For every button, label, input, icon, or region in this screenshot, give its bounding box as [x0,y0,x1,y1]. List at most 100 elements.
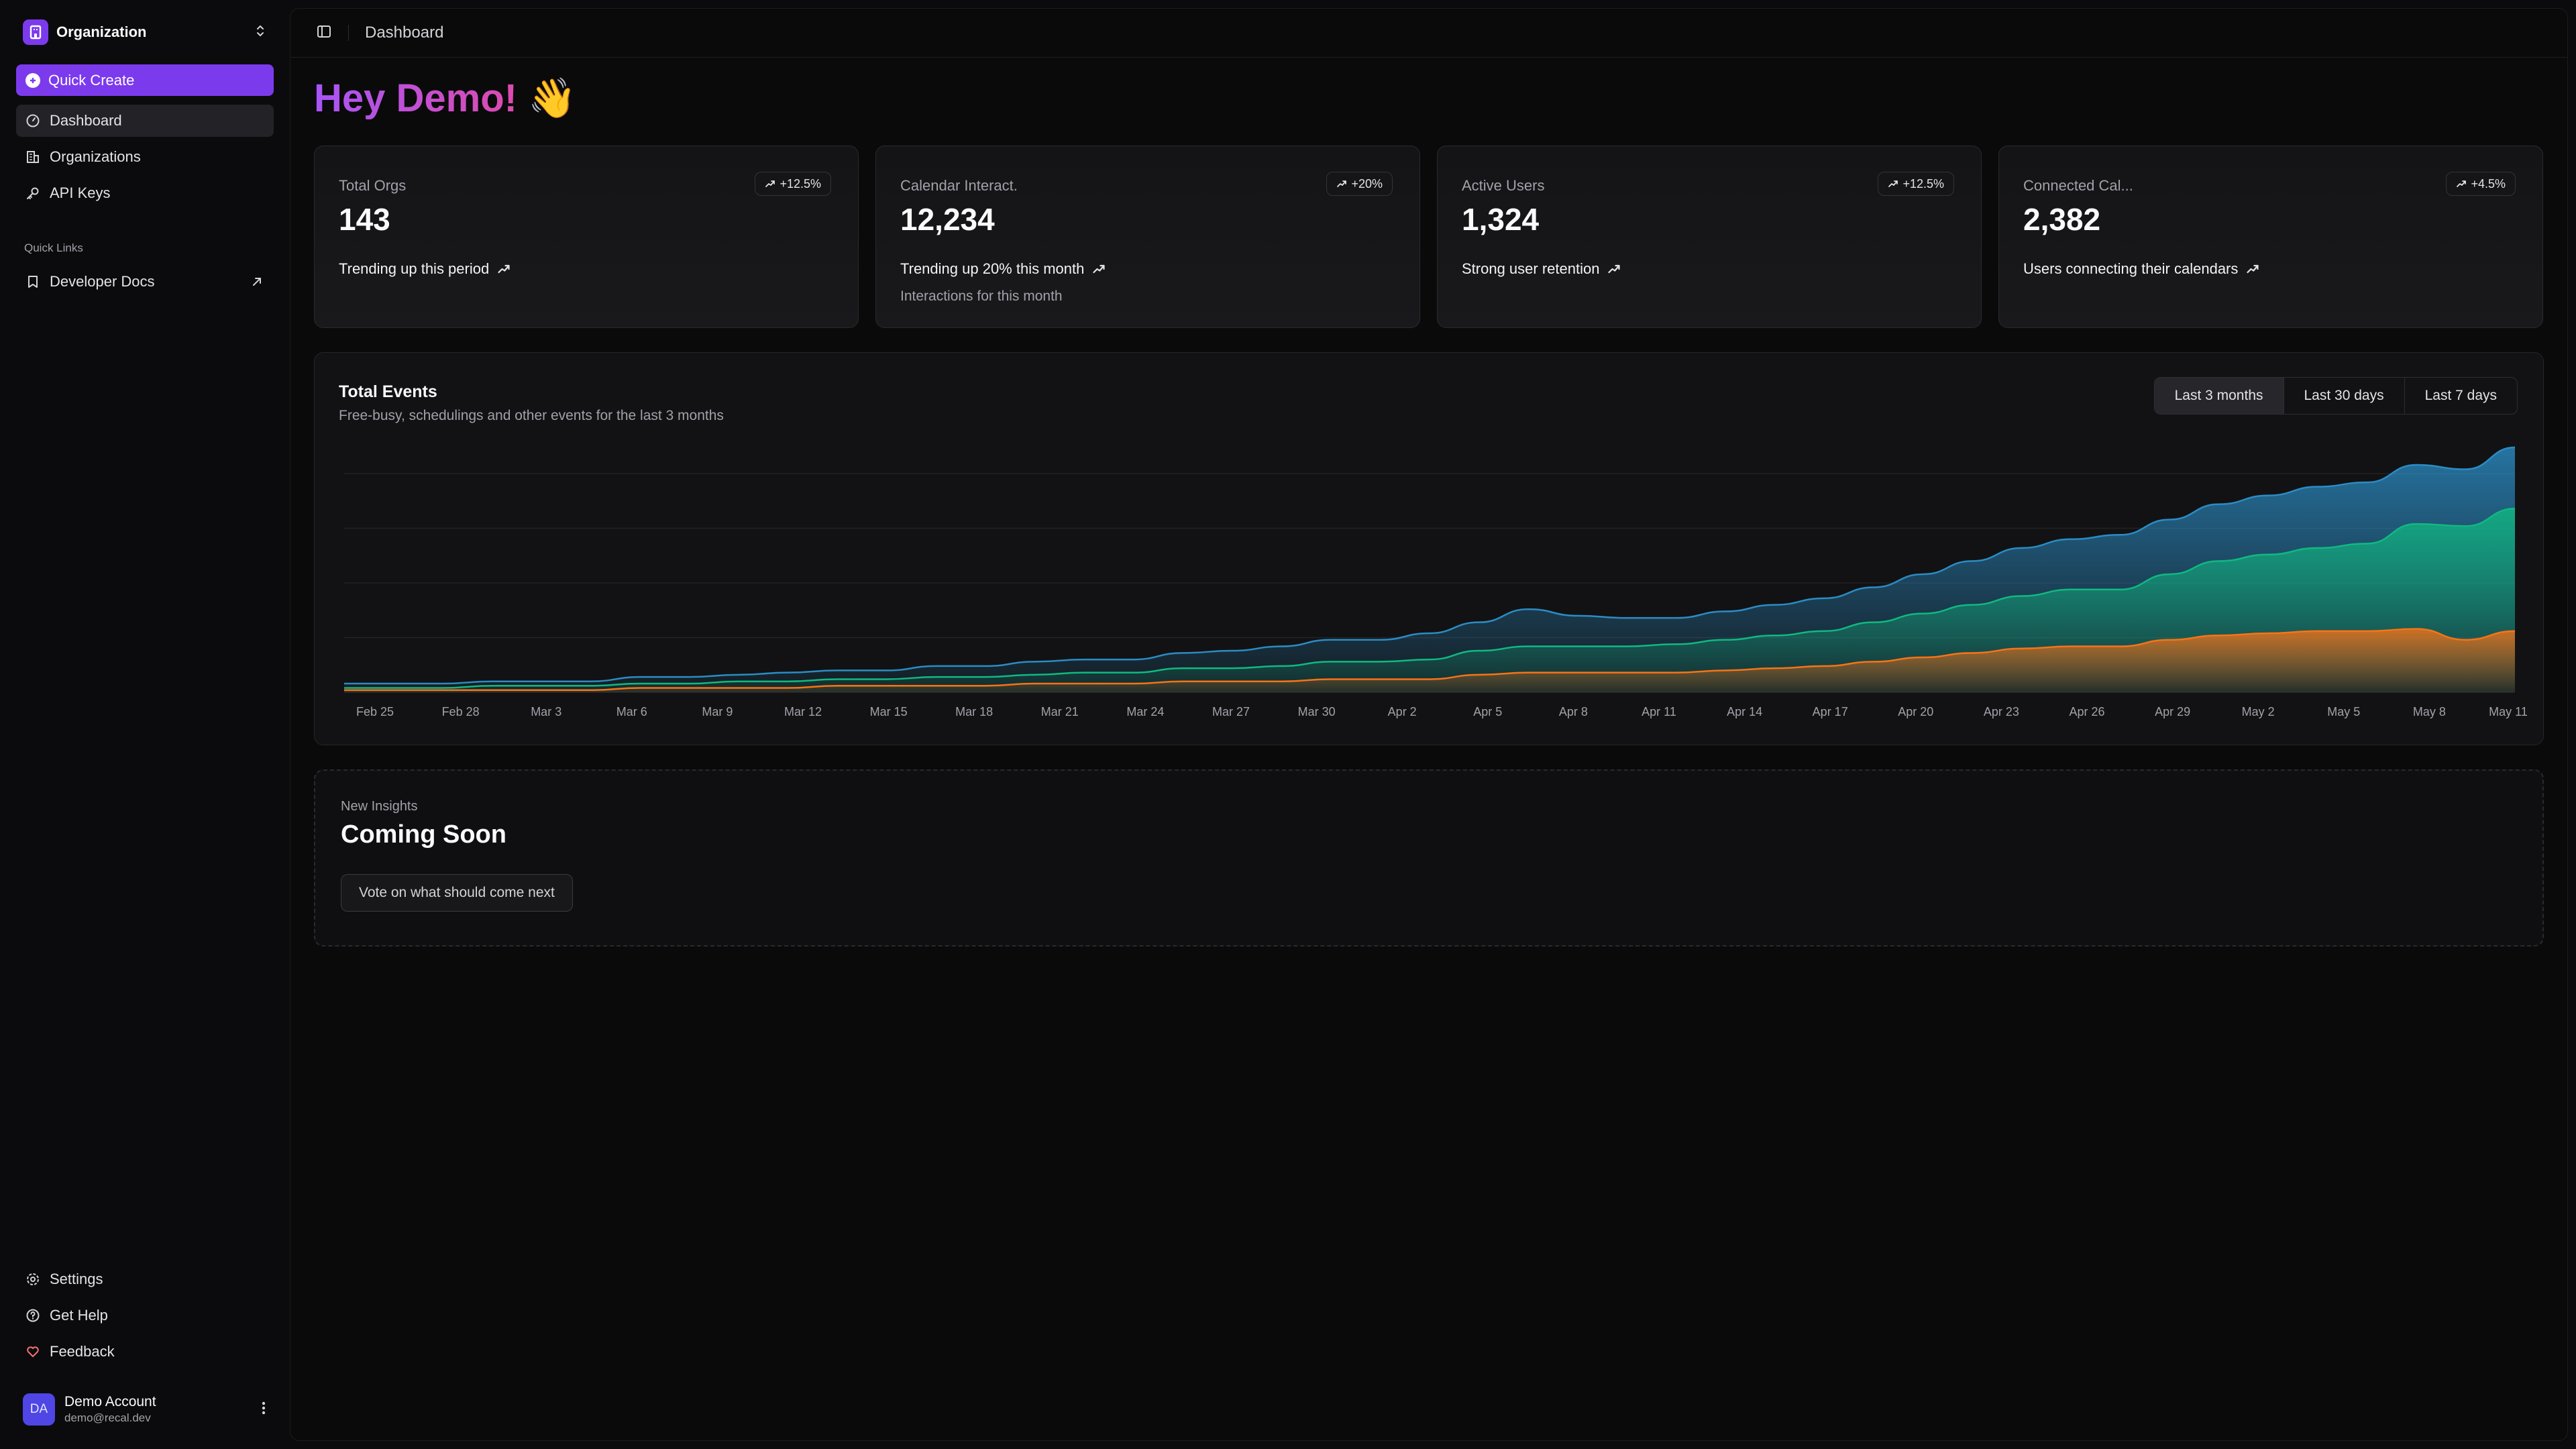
stat-label: Calendar Interact. [900,177,1018,194]
x-tick-label: Apr 2 [1388,705,1417,718]
x-tick-label: Mar 3 [531,705,561,718]
building-icon [27,151,39,163]
trend-up-icon [1608,264,1621,274]
x-tick-label: May 5 [2327,705,2360,718]
range-toggle-group: Last 3 months Last 30 days Last 7 days [2153,377,2518,415]
trend-up-icon [1337,180,1347,187]
stat-card-active-users: Active Users 1,324 +12.5% Strong user re… [1437,146,1982,328]
x-tick-label: Apr 17 [1813,705,1848,718]
sidebar-item-label: API Keys [50,184,111,201]
stat-card-connected-calendars: Connected Cal... 2,382 +4.5% Users conne… [1998,146,2543,328]
stat-subtext: Interactions for this month [900,288,1063,304]
badge-text: +20% [1351,176,1383,191]
breadcrumb: Dashboard [365,23,444,42]
sidebar-item-label: Developer Docs [50,273,155,290]
sidebar-item-dashboard[interactable]: Dashboard [16,105,274,137]
x-tick-label: Apr 8 [1559,705,1588,718]
x-tick-label: Mar 9 [702,705,733,718]
sidebar-item-feedback[interactable]: Feedback [16,1336,274,1368]
x-tick-label: May 8 [2413,705,2446,718]
gear-icon [27,1273,39,1285]
x-tick-label: Mar 18 [955,705,993,718]
trend-up-icon [1888,180,1898,187]
trend-text: Users connecting their calendars [2023,260,2239,277]
quick-create-button[interactable]: Quick Create [16,64,274,96]
stat-label: Connected Cal... [2023,177,2133,194]
stat-label: Total Orgs [339,177,407,194]
range-last-7-days-button[interactable]: Last 7 days [2404,378,2517,414]
external-link-icon [253,278,261,286]
sidebar-toggle-icon[interactable] [316,23,332,43]
vote-button[interactable]: Vote on what should come next [341,874,573,912]
status-badge: +20% [1326,172,1393,196]
range-last-30-days-button[interactable]: Last 30 days [2283,378,2404,414]
user-account-menu[interactable]: DA Demo Account demo@recal.dev [23,1391,267,1428]
x-tick-label: Mar 27 [1212,705,1250,718]
stat-trend: Trending up 20% this month [900,260,1106,278]
gauge-icon [26,114,40,127]
trend-up-icon [1093,264,1105,274]
status-badge: +4.5% [2446,172,2516,196]
sidebar-item-label: Settings [50,1271,103,1287]
stat-value: 1,324 [1462,202,1540,237]
org-name: Organization [56,23,147,40]
x-tick-label: Mar 30 [1298,705,1336,718]
x-tick-label: Apr 29 [2155,705,2190,718]
x-tick-label: Mar 15 [870,705,908,718]
total-events-card: Feb 25 Feb 28 Mar 3 Mar 6 Mar 9 Mar 12 Mar 15 M… [314,352,2544,745]
more-vertical-icon[interactable] [260,1400,267,1419]
stat-trend: Strong user retention [1462,260,1621,278]
org-logo-icon [23,19,48,45]
x-tick-label: May 11 [2489,705,2528,718]
x-tick-label: Apr 11 [1642,705,1676,718]
stat-value: 12,234 [900,202,995,237]
sidebar-item-label: Dashboard [50,112,122,129]
plus-circle-icon [25,72,40,88]
x-tick-label: Feb 25 [356,705,394,718]
wave-emoji: 👋 [528,76,577,120]
sidebar-item-organizations[interactable]: Organizations [16,141,274,173]
user-email: demo@recal.dev [64,1411,151,1424]
trend-up-icon [2247,264,2259,274]
stat-card-calendar-interactions: Calendar Interact. 12,234 +20% Trending … [875,146,1420,328]
chevron-up-down-icon [254,23,267,42]
stat-value: 143 [339,202,390,237]
key-icon [27,187,39,199]
trend-up-icon [498,264,510,274]
chart-title: Total Events [339,382,437,401]
heart-icon [27,1346,39,1357]
stat-card-total-orgs: Total Orgs 143 +12.5% Trending up this p… [314,146,859,328]
stat-label: Active Users [1462,177,1545,194]
chart-subtitle: Free-busy, schedulings and other events … [339,408,724,423]
x-tick-label: Mar 6 [616,705,647,718]
avatar: DA [23,1393,55,1426]
new-insights-card: New Insights Coming Soon Vote on what sh… [314,769,2544,947]
insights-label: New Insights [341,799,418,814]
badge-text: +12.5% [780,176,821,191]
quick-links-heading: Quick Links [24,241,83,254]
range-last-3-months-button[interactable]: Last 3 months [2154,378,2284,414]
x-tick-label: Apr 5 [1473,705,1502,718]
x-tick-label: Mar 24 [1126,705,1164,718]
badge-text: +12.5% [1902,176,1944,191]
sidebar-item-settings[interactable]: Settings [16,1263,274,1295]
sidebar-item-api-keys[interactable]: API Keys [16,177,274,209]
stat-trend: Trending up this period [339,260,511,278]
sidebar-item-developer-docs[interactable]: Developer Docs [16,266,274,298]
x-tick-label: Apr 20 [1898,705,1933,718]
trend-text: Trending up this period [339,260,490,277]
org-switcher[interactable]: Organization [23,19,267,46]
x-tick-label: Feb 28 [442,705,480,718]
sidebar-item-get-help[interactable]: Get Help [16,1299,274,1332]
stat-value: 2,382 [2023,202,2101,237]
trend-text: Strong user retention [1462,260,1600,277]
topbar: Dashboard [290,9,2567,58]
x-tick-label: Apr 23 [1984,705,2019,718]
sidebar-item-label: Get Help [50,1307,108,1324]
status-badge: +12.5% [1878,172,1954,196]
trend-up-icon [765,180,775,187]
user-name: Demo Account [64,1394,156,1409]
quick-create-label: Quick Create [48,71,135,89]
user-info: Demo Account demo@recal.dev [64,1394,156,1425]
x-tick-label: Apr 14 [1727,705,1762,718]
